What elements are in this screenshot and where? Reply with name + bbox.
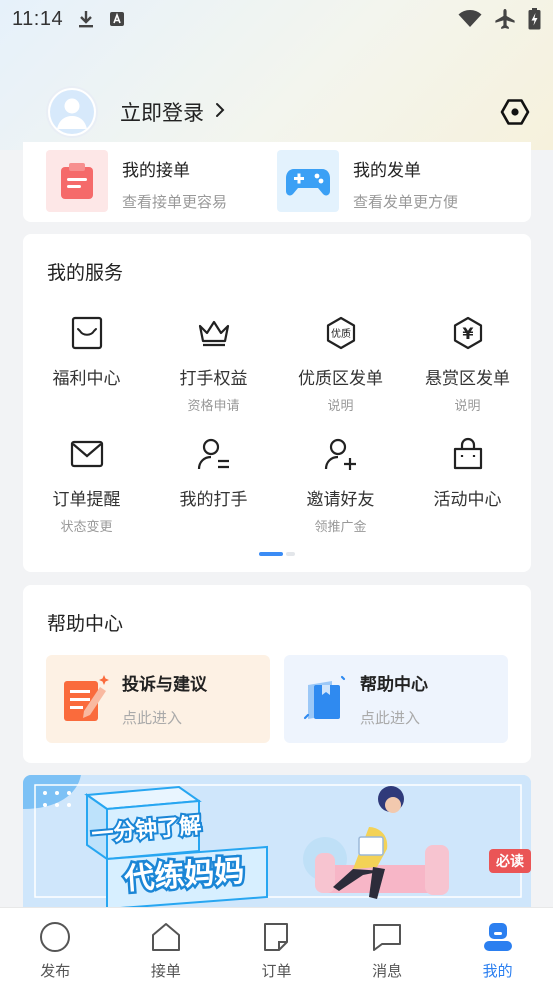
avatar-placeholder-icon bbox=[50, 90, 94, 134]
service-label: 优质区发单 bbox=[298, 369, 383, 389]
yen-symbol: ¥ bbox=[462, 324, 473, 343]
service-sublabel: 领推广金 bbox=[314, 520, 367, 535]
message-icon bbox=[370, 920, 404, 954]
service-label: 打手权益 bbox=[179, 369, 248, 389]
my-published-orders-button[interactable]: 我的发单 查看发单更方便 bbox=[277, 150, 458, 212]
order-note-icon bbox=[259, 920, 293, 954]
status-bar: 11:14 bbox=[0, 0, 553, 38]
tab-messages[interactable]: 消息 bbox=[332, 908, 443, 984]
tab-label: 发布 bbox=[40, 962, 71, 980]
service-label: 悬赏区发单 bbox=[425, 369, 510, 389]
service-bounty-zone[interactable]: ¥ 悬赏区发单 说明 bbox=[404, 316, 531, 414]
quality-badge-text: 优质 bbox=[331, 327, 351, 340]
download-icon bbox=[77, 9, 95, 29]
settings-hexagon-icon[interactable] bbox=[499, 96, 531, 128]
status-time: 11:14 bbox=[12, 7, 64, 30]
tab-publish[interactable]: 发布 bbox=[0, 908, 111, 984]
login-link[interactable]: 立即登录 bbox=[120, 97, 204, 127]
order-subtitle: 查看接单更容易 bbox=[122, 193, 228, 211]
service-activity-center[interactable]: 活动中心 bbox=[404, 437, 531, 510]
wifi-icon bbox=[458, 10, 482, 28]
help-tile-title: 投诉与建议 bbox=[122, 675, 207, 695]
yen-hexagon-icon: ¥ bbox=[451, 316, 485, 350]
envelope-icon bbox=[70, 437, 104, 471]
tab-label: 订单 bbox=[261, 962, 292, 980]
text-notification-icon bbox=[109, 11, 125, 27]
help-tile-subtitle: 点此进入 bbox=[360, 709, 421, 727]
home-icon bbox=[149, 920, 183, 954]
services-card: 我的服务 福利中心 打手权益 资格申请 优质 优质区发单 说明 ¥ 悬赏区发单 … bbox=[23, 234, 531, 572]
service-welfare-center[interactable]: 福利中心 bbox=[23, 316, 150, 389]
page-dot-active bbox=[259, 552, 283, 556]
banner-illustration: 必读 一分钟了解 代练妈妈 bbox=[23, 775, 531, 907]
help-tile-subtitle: 点此进入 bbox=[122, 709, 183, 727]
bottom-tab-bar: 发布 接单 订单 消息 我的 bbox=[0, 907, 553, 984]
service-quality-zone[interactable]: 优质 优质区发单 说明 bbox=[277, 316, 404, 414]
tab-label: 我的 bbox=[482, 962, 513, 980]
profile-header: 立即登录 bbox=[0, 82, 553, 142]
tab-accept-orders[interactable]: 接单 bbox=[111, 908, 222, 984]
tab-orders[interactable]: 订单 bbox=[221, 908, 332, 984]
banner-tag: 必读 bbox=[495, 853, 524, 870]
profile-icon bbox=[481, 920, 515, 954]
clipboard-icon bbox=[46, 150, 108, 212]
promo-banner[interactable]: 必读 一分钟了解 代练妈妈 bbox=[23, 775, 531, 907]
gamepad-icon bbox=[277, 150, 339, 212]
user-add-icon bbox=[324, 437, 358, 471]
service-order-reminder[interactable]: 订单提醒 状态变更 bbox=[23, 437, 150, 535]
service-label: 邀请好友 bbox=[306, 490, 375, 510]
services-page-indicator bbox=[259, 552, 295, 556]
service-label: 活动中心 bbox=[433, 490, 502, 510]
service-label: 订单提醒 bbox=[52, 490, 121, 510]
tab-label: 消息 bbox=[372, 962, 403, 980]
crown-icon bbox=[197, 316, 231, 350]
circle-icon bbox=[38, 920, 72, 954]
services-title: 我的服务 bbox=[47, 262, 124, 284]
help-card: 帮助中心 投诉与建议 点此进入 帮助中心 点此进入 bbox=[23, 585, 531, 763]
order-title: 我的发单 bbox=[353, 161, 421, 181]
service-player-rights[interactable]: 打手权益 资格申请 bbox=[150, 316, 277, 414]
tab-mine[interactable]: 我的 bbox=[442, 908, 553, 984]
service-sublabel: 说明 bbox=[454, 399, 481, 414]
page-dot bbox=[286, 552, 295, 556]
shopping-bag-icon bbox=[451, 437, 485, 471]
service-invite-friends[interactable]: 邀请好友 领推广金 bbox=[277, 437, 404, 535]
order-title: 我的接单 bbox=[122, 161, 190, 181]
help-center-button[interactable]: 帮助中心 点此进入 bbox=[284, 655, 508, 743]
quality-badge-icon: 优质 bbox=[324, 316, 358, 350]
order-subtitle: 查看发单更方便 bbox=[353, 193, 459, 211]
orders-card: 我的接单 查看接单更容易 我的发单 查看发单更方便 bbox=[23, 142, 531, 222]
tab-label: 接单 bbox=[150, 962, 181, 980]
help-tile-title: 帮助中心 bbox=[360, 675, 428, 695]
service-sublabel: 资格申请 bbox=[187, 399, 240, 414]
user-list-icon bbox=[197, 437, 231, 471]
complaint-note-icon bbox=[60, 671, 112, 727]
avatar[interactable] bbox=[46, 86, 98, 138]
airplane-mode-icon bbox=[494, 8, 516, 30]
service-sublabel: 说明 bbox=[327, 399, 354, 414]
help-book-icon bbox=[298, 671, 350, 727]
service-my-players[interactable]: 我的打手 bbox=[150, 437, 277, 510]
chevron-right-icon[interactable] bbox=[214, 101, 226, 123]
service-label: 福利中心 bbox=[52, 369, 121, 389]
service-label: 我的打手 bbox=[179, 490, 248, 510]
help-title: 帮助中心 bbox=[47, 613, 124, 635]
complaint-suggestion-button[interactable]: 投诉与建议 点此进入 bbox=[46, 655, 270, 743]
battery-charging-icon bbox=[528, 8, 541, 30]
my-accepted-orders-button[interactable]: 我的接单 查看接单更容易 bbox=[46, 150, 227, 212]
gift-card-icon bbox=[70, 316, 104, 350]
service-sublabel: 状态变更 bbox=[60, 520, 113, 535]
